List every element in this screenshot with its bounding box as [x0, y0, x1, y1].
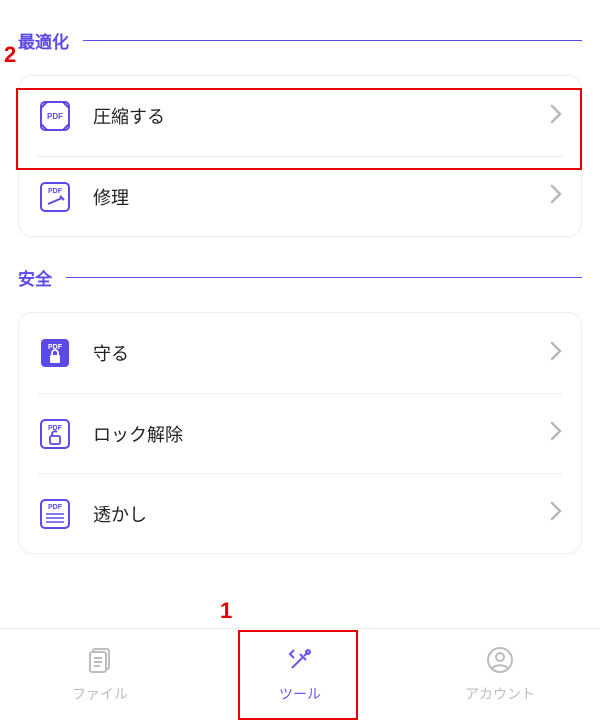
chevron-right-icon [549, 500, 563, 527]
pdf-repair-icon: PDF [37, 179, 73, 215]
pdf-compress-icon: PDF [37, 98, 73, 134]
section-title-security: 安全 [18, 265, 52, 290]
chevron-right-icon [549, 103, 563, 130]
svg-text:PDF: PDF [47, 112, 63, 121]
files-icon [85, 645, 115, 680]
row-watermark-label: 透かし [93, 501, 549, 527]
pdf-watermark-icon: PDF [37, 496, 73, 532]
row-repair-label: 修理 [93, 184, 549, 210]
tab-tools[interactable]: ツール [200, 629, 400, 720]
chevron-right-icon [549, 420, 563, 447]
section-header-security: 安全 [18, 265, 582, 290]
tab-tools-label: ツール [279, 684, 321, 704]
pdf-unlock-icon: PDF [37, 416, 73, 452]
security-card: PDF 守る PDF ロック解除 [18, 312, 582, 554]
row-repair[interactable]: PDF 修理 [37, 156, 563, 236]
row-unlock[interactable]: PDF ロック解除 [37, 393, 563, 473]
optimize-card: PDF 圧縮する PDF 修理 [18, 75, 582, 237]
row-watermark[interactable]: PDF 透かし [37, 473, 563, 553]
svg-text:PDF: PDF [48, 188, 63, 195]
section-header-optimize: 最適化 [18, 28, 582, 53]
tab-files-label: ファイル [72, 684, 128, 704]
annotation-2: 2 [4, 42, 16, 68]
section-title-optimize: 最適化 [18, 28, 69, 53]
row-protect[interactable]: PDF 守る [37, 313, 563, 393]
annotation-1: 1 [220, 598, 232, 624]
tab-account-label: アカウント [465, 684, 535, 704]
chevron-right-icon [549, 340, 563, 367]
chevron-right-icon [549, 183, 563, 210]
row-compress-label: 圧縮する [93, 103, 549, 129]
tab-bar: ファイル ツール アカウント [0, 628, 600, 720]
row-protect-label: 守る [93, 340, 549, 366]
section-divider [83, 40, 582, 41]
tab-account[interactable]: アカウント [400, 629, 600, 720]
section-divider [66, 277, 582, 278]
account-icon [485, 645, 515, 680]
row-unlock-label: ロック解除 [93, 421, 549, 447]
pdf-lock-icon: PDF [37, 335, 73, 371]
tab-files[interactable]: ファイル [0, 629, 200, 720]
row-compress[interactable]: PDF 圧縮する [37, 76, 563, 156]
tools-icon [285, 645, 315, 680]
svg-text:PDF: PDF [48, 504, 63, 511]
